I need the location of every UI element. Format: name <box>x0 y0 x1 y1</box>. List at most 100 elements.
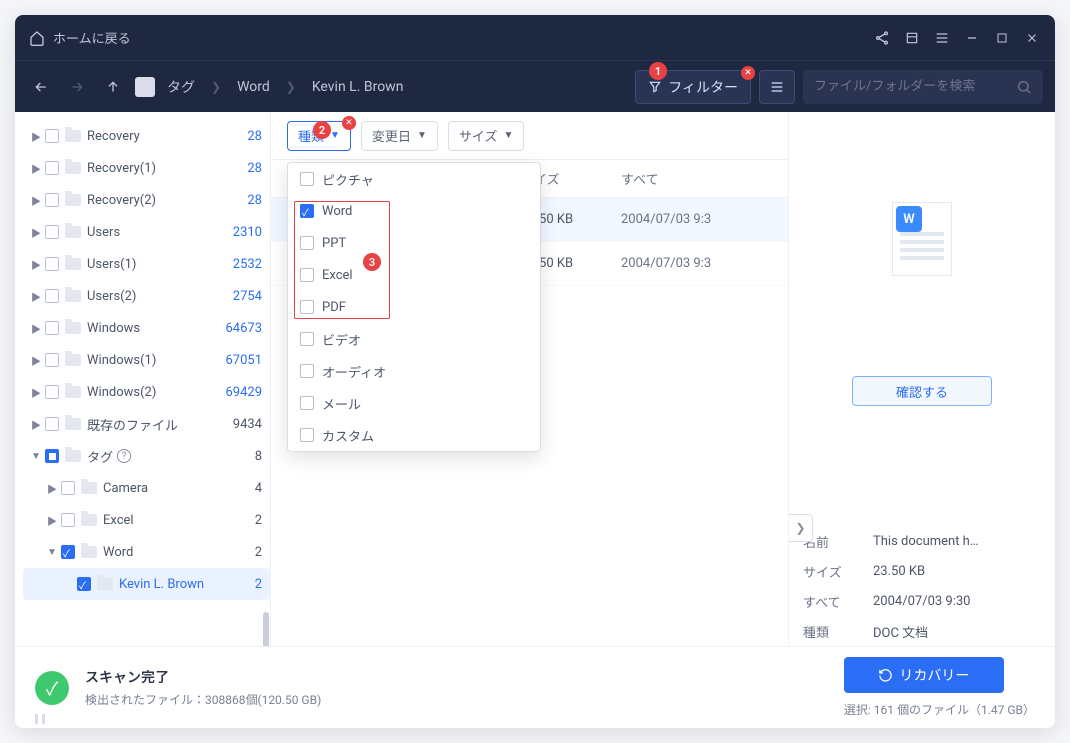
sidebar-item-count: 28 <box>247 129 262 144</box>
checkbox[interactable] <box>45 449 59 463</box>
checkbox[interactable] <box>300 204 314 218</box>
scrollbar-thumb[interactable] <box>263 612 269 646</box>
sidebar-item[interactable]: ▶Users(2)2754 <box>23 280 270 312</box>
filter-size-dropdown[interactable]: サイズ ▼ <box>448 121 525 151</box>
checkbox[interactable] <box>300 332 314 346</box>
col-all[interactable]: すべて <box>621 169 788 188</box>
sidebar-item[interactable]: ▶Users2310 <box>23 216 270 248</box>
checkbox[interactable] <box>45 289 59 303</box>
caret-icon: ▶ <box>31 161 45 176</box>
share-icon[interactable] <box>873 29 891 47</box>
sidebar-item-label: Windows(1) <box>87 353 156 368</box>
search-field[interactable] <box>803 70 1043 104</box>
sidebar-item[interactable]: ▶Camera4 <box>23 472 270 504</box>
checkbox[interactable] <box>45 385 59 399</box>
dropdown-option[interactable]: Excel <box>288 259 540 291</box>
filter-type-clear[interactable]: ✕ <box>342 116 356 130</box>
back-button[interactable] <box>27 73 55 101</box>
dropdown-option-label: ピクチャ <box>322 170 374 189</box>
checkbox[interactable] <box>45 161 59 175</box>
checkbox[interactable] <box>45 353 59 367</box>
sidebar-item[interactable]: Kevin L. Brown2 <box>23 568 270 600</box>
dropdown-option[interactable]: ビデオ <box>288 323 540 355</box>
sidebar-item[interactable]: ▶Windows(1)67051 <box>23 344 270 376</box>
sidebar-item[interactable]: ▶Excel2 <box>23 504 270 536</box>
sidebar-item-count: 28 <box>247 161 262 176</box>
close-button[interactable] <box>1023 29 1041 47</box>
checkbox[interactable] <box>300 396 314 410</box>
sidebar-item[interactable]: ▼Word2 <box>23 536 270 568</box>
folder-icon <box>65 386 81 398</box>
info-size-key: サイズ <box>803 562 873 581</box>
view-list-button[interactable] <box>759 70 795 104</box>
home-icon <box>29 30 45 46</box>
filter-date-dropdown[interactable]: 変更日 ▼ <box>361 121 438 151</box>
filter-clear-badge[interactable]: ✕ <box>741 66 755 80</box>
checkbox[interactable] <box>45 225 59 239</box>
sidebar-item[interactable]: ▶Windows64673 <box>23 312 270 344</box>
maximize-button[interactable] <box>993 29 1011 47</box>
sidebar-item-count: 4 <box>255 481 262 496</box>
checkbox[interactable] <box>300 428 314 442</box>
breadcrumb-tag[interactable]: タグ <box>163 77 199 97</box>
minimize-button[interactable] <box>963 29 981 47</box>
dropdown-option[interactable]: メール <box>288 387 540 419</box>
breadcrumb-word[interactable]: Word <box>233 79 274 95</box>
sidebar-item[interactable]: ▶Recovery(1)28 <box>23 152 270 184</box>
dropdown-option[interactable]: オーディオ <box>288 355 540 387</box>
checkbox[interactable] <box>300 172 314 186</box>
checkbox[interactable] <box>300 236 314 250</box>
caret-icon: ▶ <box>31 225 45 240</box>
sidebar-item[interactable]: ▶Windows(2)69429 <box>23 376 270 408</box>
checkbox[interactable] <box>45 193 59 207</box>
dropdown-option[interactable]: ピクチャ <box>288 163 540 195</box>
help-icon[interactable]: ? <box>117 449 131 463</box>
caret-icon: ▶ <box>31 257 45 272</box>
checkbox[interactable] <box>45 417 59 431</box>
search-input[interactable] <box>814 79 1008 94</box>
forward-button[interactable] <box>63 73 91 101</box>
pause-icon[interactable] <box>35 714 45 724</box>
checkbox[interactable] <box>61 545 75 559</box>
sidebar-item[interactable]: ▶既存のファイル9434 <box>23 408 270 440</box>
confirm-button[interactable]: 確認する <box>852 376 992 406</box>
filter-date-label: 変更日 <box>372 126 411 145</box>
sidebar-item-count: 8 <box>255 449 262 464</box>
recover-button[interactable]: リカバリー <box>844 657 1004 693</box>
up-button[interactable] <box>99 73 127 101</box>
sidebar-item-label: Users(1) <box>87 257 136 272</box>
checkbox[interactable] <box>61 481 75 495</box>
chevron-right-icon: ❯ <box>282 80 300 94</box>
dropdown-option-label: PDF <box>322 300 346 315</box>
checkbox[interactable] <box>45 321 59 335</box>
sidebar-item-count: 69429 <box>225 385 262 400</box>
preview-panel: W 確認する 名前This document h… サイズ23.50 KB すべ… <box>789 112 1055 646</box>
sidebar[interactable]: ▶Recovery28▶Recovery(1)28▶Recovery(2)28▶… <box>15 112 271 646</box>
sidebar-item[interactable]: ▶Recovery28 <box>23 120 270 152</box>
checkbox[interactable] <box>45 257 59 271</box>
checkbox[interactable] <box>61 513 75 527</box>
folder-icon <box>97 578 113 590</box>
checkbox[interactable] <box>300 268 314 282</box>
annotation-2: 2 <box>313 121 331 139</box>
home-button[interactable]: ホームに戻る <box>29 28 131 47</box>
dropdown-option[interactable]: PPT <box>288 227 540 259</box>
box-icon[interactable] <box>903 29 921 47</box>
folder-icon <box>65 130 81 142</box>
sidebar-item[interactable]: ▶Recovery(2)28 <box>23 184 270 216</box>
checkbox[interactable] <box>300 364 314 378</box>
sidebar-item[interactable]: ▶Users(1)2532 <box>23 248 270 280</box>
collapse-preview-button[interactable]: ❯ <box>789 514 813 542</box>
checkbox[interactable] <box>300 300 314 314</box>
dropdown-option[interactable]: PDF <box>288 291 540 323</box>
checkbox[interactable] <box>45 129 59 143</box>
dropdown-option[interactable]: Word <box>288 195 540 227</box>
toolbar: タグ ❯ Word ❯ Kevin L. Brown フィルター ✕ <box>15 60 1055 112</box>
checkbox[interactable] <box>77 577 91 591</box>
sidebar-item-label: Windows <box>87 321 140 336</box>
breadcrumb-owner[interactable]: Kevin L. Brown <box>308 79 408 95</box>
sidebar-item[interactable]: ▼タグ?8 <box>23 440 270 472</box>
dropdown-option[interactable]: カスタム <box>288 419 540 451</box>
sidebar-item-count: 67051 <box>225 353 262 368</box>
menu-icon[interactable] <box>933 29 951 47</box>
